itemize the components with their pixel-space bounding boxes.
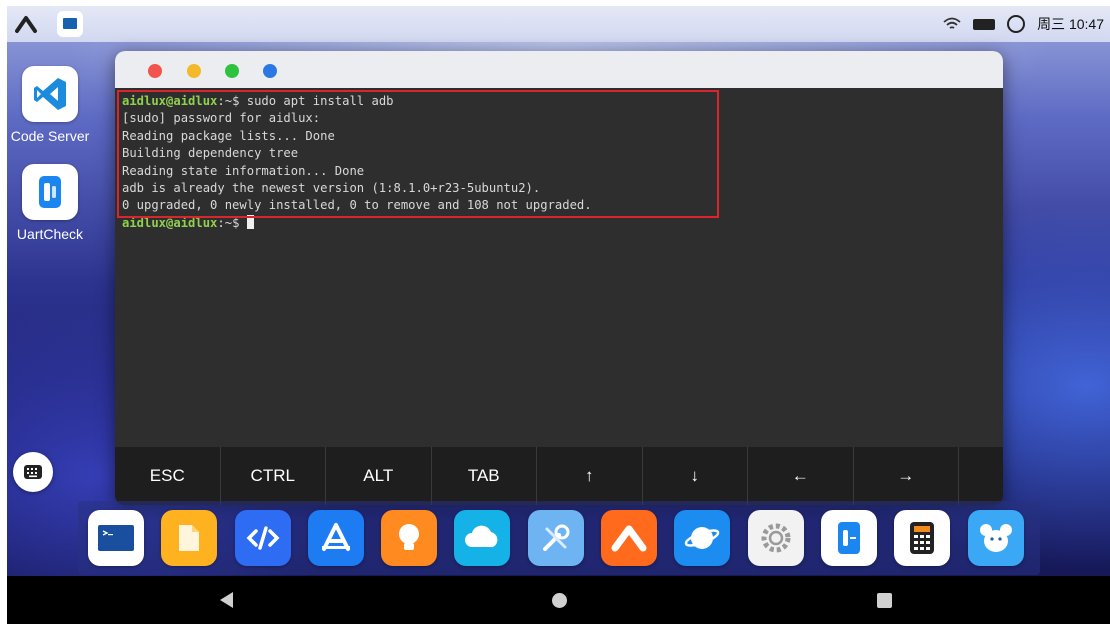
dock-calculator-icon[interactable] — [894, 510, 951, 566]
desktop-app-code-server[interactable]: Code Server — [7, 66, 98, 144]
desktop-app-label: Code Server — [10, 128, 90, 144]
minimize-dot[interactable] — [187, 64, 201, 78]
command-line: aidlux@aidlux:~$ sudo apt install adb — [122, 93, 1003, 110]
dock-appstore-icon[interactable] — [307, 510, 364, 566]
output-line: Reading package lists... Done — [122, 128, 335, 143]
output-line: 0 upgraded, 0 newly installed, 0 to remo… — [122, 198, 592, 213]
recents-button[interactable] — [877, 593, 892, 608]
clock: 周三 10:47 — [1037, 16, 1104, 32]
dock-browser-icon[interactable] — [674, 510, 731, 566]
output-line: Building dependency tree — [122, 146, 299, 161]
vscode-icon — [22, 66, 78, 122]
alt-key[interactable]: ALT — [326, 447, 432, 505]
app-dock — [78, 501, 1040, 575]
uartcheck-icon — [22, 164, 78, 220]
prompt-path: :~$ — [217, 215, 247, 230]
esc-key[interactable]: ESC — [115, 447, 221, 505]
keyboard-toggle-button[interactable] — [13, 452, 53, 492]
arrow-right-key[interactable]: → — [854, 447, 959, 505]
extra-keys-bar: ESC CTRL ALT TAB ↑ ↓ ← → — [115, 447, 1003, 505]
tab-key[interactable]: TAB — [432, 447, 537, 505]
dock-settings-icon[interactable] — [747, 510, 804, 566]
dock-code-icon[interactable] — [234, 510, 291, 566]
maximize-dot[interactable] — [225, 64, 239, 78]
key-spacer — [959, 447, 1003, 505]
dock-mascot-icon[interactable] — [967, 510, 1024, 566]
dock-tools-icon[interactable] — [527, 510, 584, 566]
desktop-app-uartcheck[interactable]: UartCheck — [7, 164, 98, 242]
battery-icon — [973, 18, 996, 30]
terminal-window[interactable]: aidlux@aidlux:~$ sudo apt install adb [s… — [115, 51, 1003, 505]
circle-icon — [1007, 15, 1026, 33]
prompt-user: aidlux@aidlux — [122, 215, 218, 230]
terminal-app-icon[interactable] — [57, 11, 83, 37]
aidlux-logo-icon[interactable] — [15, 14, 37, 34]
home-button[interactable] — [552, 593, 567, 608]
dock-terminal-icon[interactable] — [88, 510, 144, 566]
back-button[interactable] — [220, 592, 233, 608]
terminal-output[interactable]: aidlux@aidlux:~$ sudo apt install adb [s… — [115, 88, 1003, 447]
output-line: [sudo] password for aidlux: — [122, 111, 321, 126]
terminal-titlebar[interactable] — [115, 51, 1003, 88]
current-prompt-line[interactable]: aidlux@aidlux:~$ — [122, 214, 1003, 232]
ctrl-key[interactable]: CTRL — [221, 447, 326, 505]
text-cursor — [246, 214, 254, 229]
arrow-down-key[interactable]: ↓ — [643, 447, 748, 505]
status-bar: 周三 10:47 — [7, 6, 1110, 42]
extra-dot[interactable] — [263, 64, 277, 78]
dock-uart-icon[interactable] — [820, 510, 877, 566]
close-dot[interactable] — [148, 64, 162, 78]
arrow-up-key[interactable]: ↑ — [537, 447, 643, 505]
dock-bulb-icon[interactable] — [381, 510, 438, 566]
keyboard-icon — [24, 465, 42, 479]
arrow-left-key[interactable]: ← — [748, 447, 854, 505]
dock-files-icon[interactable] — [161, 510, 218, 566]
output-line: Reading state information... Done — [122, 163, 365, 178]
prompt-user: aidlux@aidlux — [122, 94, 218, 108]
desktop-app-label: UartCheck — [16, 226, 84, 242]
desktop-screen: 周三 10:47 Code Server UartCheck aidlux@ai… — [7, 6, 1110, 624]
wifi-icon — [943, 17, 961, 29]
output-line: adb is already the newest version (1:8.1… — [122, 180, 541, 195]
command-text: sudo apt install adb — [246, 94, 394, 108]
dock-cloud-icon[interactable] — [454, 510, 511, 566]
prompt-path: :~$ — [217, 94, 247, 108]
dock-aidlux-icon[interactable] — [601, 510, 658, 566]
android-nav-bar — [7, 576, 1110, 624]
